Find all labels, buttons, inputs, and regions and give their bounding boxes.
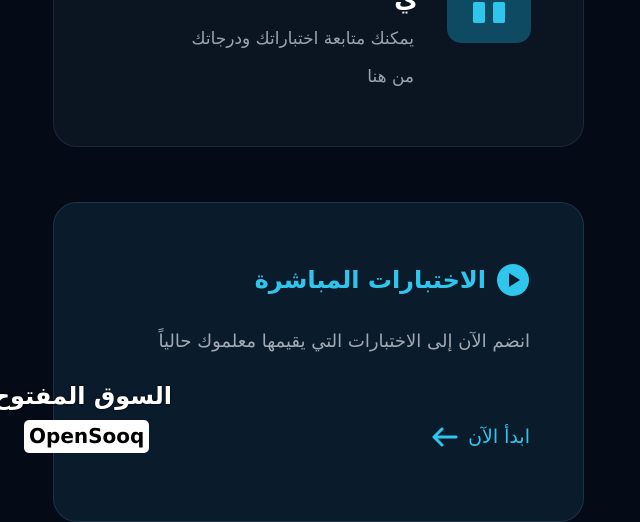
my-tests-description: يمكنك متابعة اختباراتك ودرجاتك من هنا [191, 29, 414, 87]
play-icon [497, 264, 529, 296]
live-tests-card[interactable] [53, 202, 584, 522]
live-tests-title: الاختبارات المباشرة [254, 266, 486, 294]
my-tests-icon-tile [447, 0, 531, 43]
my-tests-title: ي [394, 0, 418, 12]
live-tests-header: الاختبارات المباشرة [255, 262, 530, 298]
start-now-link[interactable]: ابدأ الآن [430, 426, 530, 448]
watermark-latin-text: OpenSooq [24, 420, 150, 453]
arrow-left-icon [432, 427, 458, 447]
watermark-arabic-text: السوق المفتوح [0, 382, 172, 410]
opensooq-watermark: السوق المفتوح OpenSooq [0, 380, 172, 453]
book-icon [473, 2, 505, 23]
start-now-label: ابدأ الآن [468, 426, 530, 448]
live-tests-description: انضم الآن إلى الاختبارات التي يقيمها معل… [158, 331, 531, 352]
